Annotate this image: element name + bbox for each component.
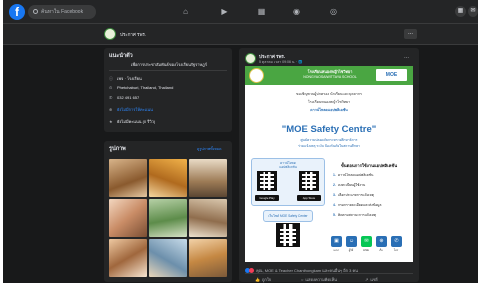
line-icon: ✉ [361, 236, 372, 247]
photos-card: รูปภาพ ดูรูปภาพทั้งหมด [104, 141, 232, 282]
gaming-icon[interactable]: ◎ [329, 7, 338, 16]
location-icon: ⊙ [109, 85, 113, 90]
divider [245, 273, 413, 274]
step-item: 3. เลือกประเภทการแจ้งเหตุ [333, 193, 374, 197]
intro-row-category: ⓘ เพจ · โรงเรียน [109, 76, 142, 81]
step-item: 1. ดาวน์โหลดแอปพลิเคชัน [333, 173, 374, 177]
icon-label: LINE [363, 249, 369, 252]
phone-icon: ✆ [109, 95, 113, 100]
icon-label: โทร [393, 249, 399, 252]
poster-line-3: ดาวน์โหลดแอปพลิเคชัน [310, 108, 348, 112]
post-more-options-button[interactable]: ... [404, 54, 409, 60]
intro-row-location: ⊙ Phetchaburi, Thailand, Thailand [109, 85, 174, 90]
photo-thumbnail[interactable] [109, 199, 147, 237]
facebook-window: f ค้นหาใน Facebook ⌂ ▶ ▦ ◉ ◎ ▦ ✉ ประกาศ … [3, 0, 478, 283]
school-logo-icon [249, 68, 264, 83]
search-icon [33, 9, 38, 14]
photo-thumbnail[interactable] [109, 239, 147, 277]
home-icon[interactable]: ⌂ [181, 7, 190, 16]
photo-thumbnail[interactable] [189, 199, 227, 237]
intro-row-phone: ✆ 032 491 657 [109, 95, 140, 100]
app-root: f ค้นหาใน Facebook ⌂ ▶ ▦ ◉ ◎ ▦ ✉ ประกาศ … [0, 0, 478, 287]
more-options-button[interactable]: ... [404, 29, 417, 39]
share-icon: ↗ [365, 277, 369, 282]
phone-icon: ✆ [391, 236, 402, 247]
poster-line-1: ขอเชิญชวนผู้ปกครอง นักเรียนและบุคลากร [296, 92, 362, 96]
post-card: ประกาศ รพร. 5 ตุลาคม เวลา 09:06 น. · 🌐 .… [239, 48, 419, 282]
page-header: ประกาศ รพร. ... [3, 24, 478, 45]
qr-code-android [257, 171, 277, 191]
photo-thumbnail[interactable] [109, 159, 147, 197]
web-label: เว็บไซต์ MOE Safety Center [268, 214, 308, 218]
photo-thumbnail[interactable] [189, 239, 227, 277]
photo-thumbnail[interactable] [149, 239, 187, 277]
page-name[interactable]: ประกาศ รพร. [120, 31, 146, 38]
website-label-box: เว็บไซต์ MOE Safety Center [263, 210, 313, 222]
intro-row-rating: ★ ยังไม่มีคะแนน (0 รีวิว) [109, 119, 156, 124]
see-all-photos-link[interactable]: ดูรูปภาพทั้งหมด [197, 146, 222, 152]
marketplace-icon[interactable]: ▦ [257, 7, 266, 16]
qr-label-2: แอปพลิเคชัน [279, 165, 297, 169]
groups-icon[interactable]: ◉ [292, 7, 301, 16]
qr-code-website [276, 223, 300, 247]
photo-thumbnail[interactable] [149, 199, 187, 237]
comment-icon: ○ [301, 277, 304, 282]
post-author-avatar[interactable] [245, 53, 256, 64]
step-item: 4. กรอกรายละเอียดและส่งข้อมูล [333, 203, 382, 207]
divider [109, 70, 227, 71]
poster-school-name-en: NONGYAOSAIWITTAYA SCHOOL [303, 75, 357, 79]
watch-icon[interactable]: ▶ [220, 7, 229, 16]
steps-heading: ขั้นตอนการใช้งานแอปพลิเคชัน [340, 163, 398, 168]
google-play-badge: Google Play [255, 195, 279, 201]
share-button[interactable]: ↗ แชร์ [365, 276, 378, 283]
icon-label: เว็บ [379, 249, 383, 252]
step-item: 2. ลงทะเบียนผู้ใช้งาน [333, 183, 366, 187]
menu-grid-icon[interactable]: ▦ [455, 6, 466, 17]
like-icon: 👍 [255, 277, 260, 282]
post-timestamp[interactable]: 5 ตุลาคม เวลา 09:06 น. · 🌐 [259, 59, 303, 65]
poster-subtitle-2: ร่วมแจ้งเหตุ ระงับ ป้องกันภัยในสถานศึกษา [298, 144, 360, 148]
search-placeholder: ค้นหาใน Facebook [41, 9, 84, 15]
comment-button[interactable]: ○ แสดงความคิดเห็น [301, 276, 337, 283]
icon-label: แอป [333, 249, 339, 252]
post-poster-image[interactable]: โรงเรียนหนองหญ้าไซวิทยา NONGYAOSAIWITTAY… [245, 66, 413, 262]
app-store-badge: App Store [297, 195, 321, 201]
intro-title: แนะนำตัว [109, 53, 133, 59]
page-avatar[interactable] [104, 28, 116, 40]
poster-line-2: โรงเรียนหนองหญ้าไซวิทยา [307, 100, 351, 104]
poster-title: "MOE Safety Centre" [281, 124, 377, 135]
photo-thumbnail[interactable] [149, 159, 187, 197]
photo-thumbnail[interactable] [189, 159, 227, 197]
messenger-icon[interactable]: ✉ [468, 6, 478, 17]
app-icon: ▣ [331, 236, 342, 247]
intro-description: เพื่อการประชาสัมพันธ์ของโรงเรียนรัฐราษฎร… [130, 62, 208, 67]
poster-subtitle-1: ศูนย์ความปลอดภัยกระทรวงศึกษาธิการ [300, 138, 358, 142]
user-icon: ☺ [346, 236, 357, 247]
globe-icon: ⊕ [109, 107, 113, 112]
star-icon: ★ [109, 119, 113, 124]
like-button[interactable]: 👍 ถูกใจ [255, 276, 271, 283]
intro-card: แนะนำตัว เพื่อการประชาสัมพันธ์ของโรงเรีย… [104, 48, 232, 132]
intro-row-website[interactable]: ⊕ ยังไม่มีการให้คะแนน [109, 106, 153, 113]
moe-badge: MOE [376, 69, 407, 81]
step-item: 5. ติดตามสถานะการแจ้งเหตุ [333, 213, 377, 217]
web-icon: ⊕ [376, 236, 387, 247]
download-qr-box: ดาวน์โหลด แอปพลิเคชัน Google Play App St… [251, 158, 325, 206]
facebook-logo-icon[interactable]: f [9, 4, 25, 20]
qr-code-ios [299, 171, 319, 191]
photos-title: รูปภาพ [109, 146, 126, 152]
info-icon: ⓘ [109, 76, 113, 81]
top-navigation-bar: f ค้นหาใน Facebook ⌂ ▶ ▦ ◉ ◎ ▦ ✉ [3, 0, 478, 24]
search-input[interactable]: ค้นหาใน Facebook [28, 5, 96, 19]
icon-label: ผู้ใช้ [348, 249, 354, 252]
